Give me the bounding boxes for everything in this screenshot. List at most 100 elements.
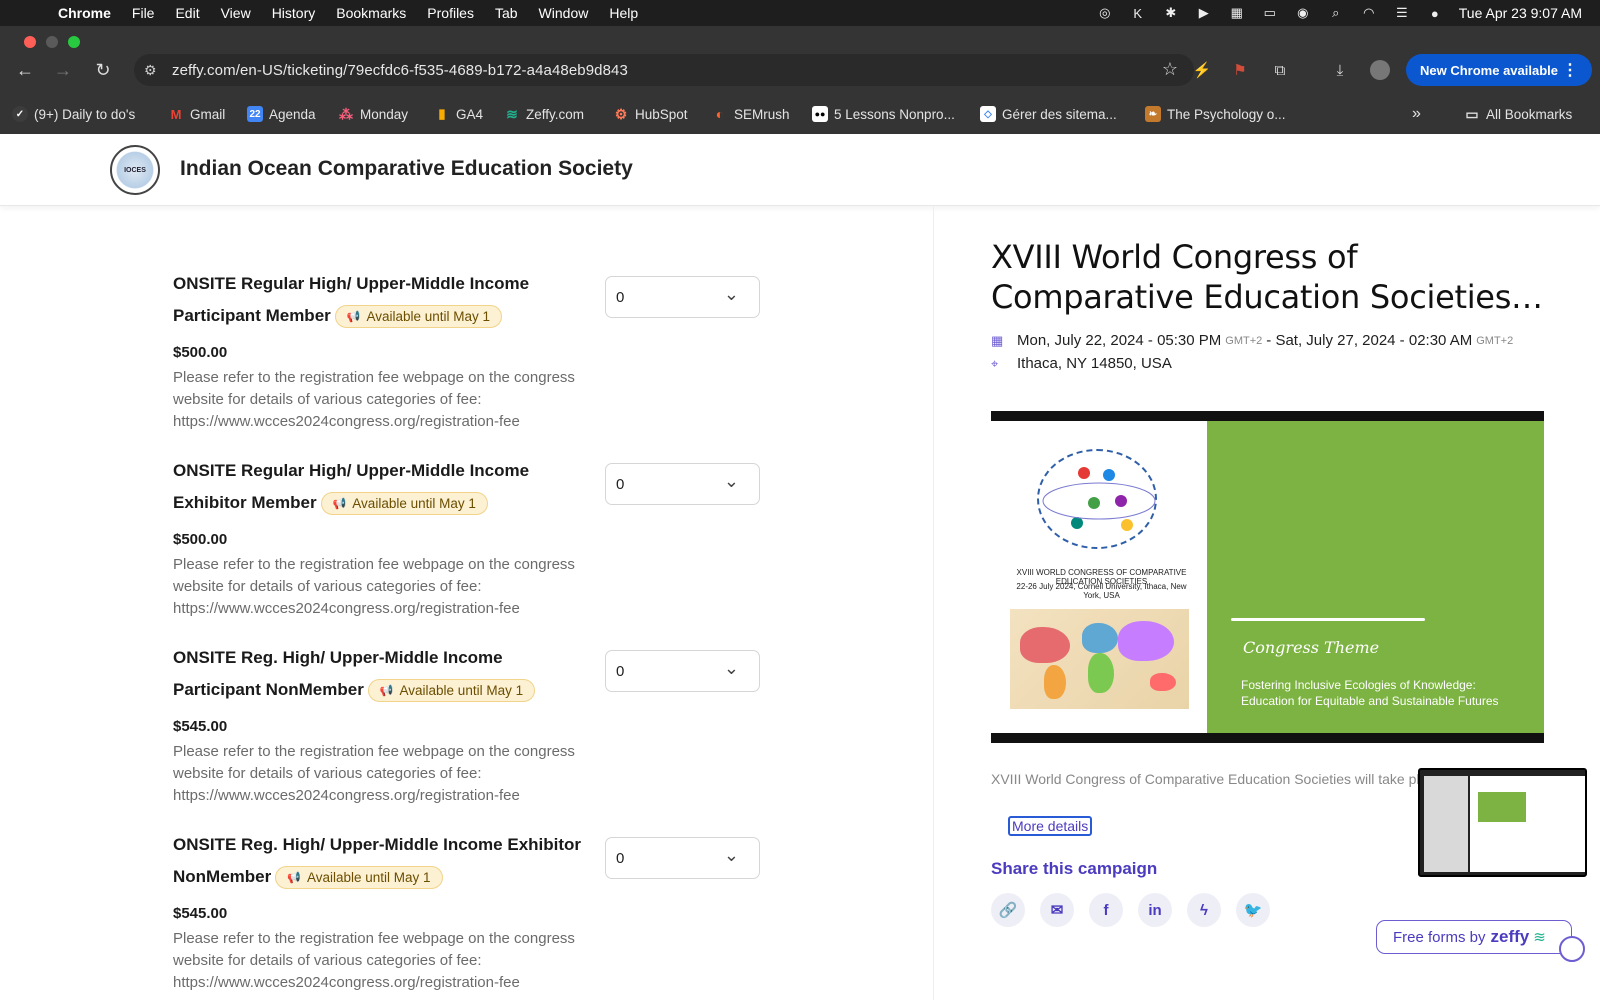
ticket-item: ONSITE Reg. High/ Upper-Middle Income Pa… — [173, 642, 593, 807]
share-linkedin-button[interactable]: in — [1138, 893, 1172, 927]
bookmark-item[interactable]: ⚙ HubSpot — [613, 98, 688, 130]
extensions-puzzle-icon[interactable]: ⧉ — [1270, 60, 1290, 80]
bookmarks-bar: ✓ (9+) Daily to do's M Gmail 22 Agenda ⁂… — [0, 98, 1600, 130]
screenshot-thumbnail-preview[interactable] — [1418, 768, 1587, 877]
siri-icon[interactable]: ● — [1426, 6, 1444, 21]
quantity-value: 0 — [616, 662, 625, 680]
reload-icon[interactable]: ↻ — [88, 52, 118, 88]
play-icon[interactable]: ▶ — [1195, 5, 1213, 20]
share-email-button[interactable]: ✉ — [1040, 893, 1074, 927]
availability-badge: 📢 Available until May 1 — [334, 305, 503, 329]
quantity-select[interactable]: 0 ⌄ — [605, 837, 760, 879]
ticket-price: $545.00 — [173, 905, 228, 922]
bookmark-item[interactable]: ❧ The Psychology o... — [1145, 98, 1286, 130]
world-map-image — [1010, 609, 1189, 709]
creative-cloud-icon[interactable]: ◎ — [1096, 5, 1114, 20]
profile-avatar[interactable] — [1370, 60, 1390, 80]
download-icon[interactable]: ⤓ — [1330, 60, 1350, 80]
org-name[interactable]: Indian Ocean Comparative Education Socie… — [180, 157, 633, 181]
more-details-link[interactable]: More details — [1008, 816, 1093, 836]
megaphone-icon: 📢 — [332, 497, 347, 510]
all-bookmarks-button[interactable]: ▭ All Bookmarks — [1464, 98, 1572, 130]
free-forms-label: Free forms by — [1393, 928, 1486, 946]
more-menu-icon[interactable]: ⋮ — [1562, 60, 1578, 80]
wifi-icon[interactable]: ◠ — [1360, 5, 1378, 20]
link-icon: 🔗 — [998, 902, 1018, 919]
badge-text: Available until May 1 — [352, 495, 476, 511]
bookmark-label: HubSpot — [635, 106, 688, 122]
minimize-window-icon[interactable] — [46, 36, 58, 48]
analytics-icon: ▮ — [438, 106, 446, 121]
ticket-title: ONSITE Reg. High/ Upper-Middle Income Pa… — [173, 642, 593, 706]
event-location: ⌖ Ithaca, NY 14850, USA — [991, 355, 1172, 372]
hubspot-icon: ⚙ — [614, 105, 628, 122]
new-chrome-available-button[interactable]: New Chrome available ⋮ — [1406, 54, 1592, 86]
bookmark-item[interactable]: ▮ GA4 — [434, 98, 483, 130]
battery-icon[interactable]: ▭ — [1261, 5, 1279, 20]
thumb-banner — [1478, 792, 1526, 822]
back-icon[interactable]: ← — [10, 52, 40, 88]
org-logo[interactable]: IOCES — [110, 145, 160, 195]
bookmark-item[interactable]: ◐ SEMrush — [712, 98, 790, 130]
event-banner-image: XVIII WORLD CONGRESS OF COMPARATIVE EDUC… — [991, 411, 1544, 743]
k-app-icon[interactable]: K — [1129, 6, 1147, 21]
bookmark-item[interactable]: ●● 5 Lessons Nonpro... — [812, 98, 955, 130]
menu-file[interactable]: File — [132, 5, 155, 21]
event-title: XVIII World Congress of Comparative Educ… — [991, 238, 1543, 316]
bookmark-item[interactable]: ≋ Zeffy.com — [504, 98, 584, 130]
menu-view[interactable]: View — [221, 5, 251, 21]
medium-icon: ●● — [812, 106, 828, 122]
menu-history[interactable]: History — [272, 5, 316, 21]
share-facebook-button[interactable]: f — [1089, 893, 1123, 927]
spotlight-search-icon[interactable]: ⌕ — [1327, 5, 1345, 20]
more-bookmarks-icon[interactable]: » — [1412, 98, 1421, 130]
bookmark-item[interactable]: M Gmail — [168, 98, 226, 130]
bookmark-item[interactable]: ⁂ Monday — [338, 98, 408, 130]
monday-icon: ⁂ — [339, 105, 353, 122]
thumb-left — [1424, 776, 1468, 872]
zeffy-wave-icon: ≋ — [1533, 929, 1546, 946]
menu-edit[interactable]: Edit — [175, 5, 199, 21]
bookmark-item[interactable]: ◇ Gérer des sitema... — [980, 98, 1117, 130]
menubar-clock[interactable]: Tue Apr 23 9:07 AM — [1459, 5, 1582, 21]
menu-profiles[interactable]: Profiles — [427, 5, 474, 21]
user-icon[interactable]: ◉ — [1294, 5, 1312, 20]
extension-icon-2[interactable]: ⚑ — [1230, 60, 1250, 80]
keyboard-layout-icon[interactable]: ▦ — [1228, 5, 1246, 20]
banner-caption-dates: 22-26 July 2024, Cornell University, Ith… — [1016, 582, 1187, 600]
menu-app-name[interactable]: Chrome — [58, 5, 111, 21]
quantity-select[interactable]: 0 ⌄ — [605, 276, 760, 318]
bookmark-star-icon[interactable]: ☆ — [1162, 59, 1178, 80]
control-center-icon[interactable]: ☰ — [1393, 5, 1411, 20]
bookmark-label: Gérer des sitema... — [1002, 106, 1117, 122]
address-bar[interactable]: ⚙ zeffy.com/en-US/ticketing/79ecfdc6-f53… — [134, 54, 1194, 86]
bookmark-label: SEMrush — [734, 106, 790, 122]
close-window-icon[interactable] — [24, 36, 36, 48]
chat-support-icon[interactable] — [1559, 936, 1585, 962]
menu-window[interactable]: Window — [539, 5, 589, 21]
new-chrome-label: New Chrome available — [1420, 62, 1558, 78]
banner-content: XVIII WORLD CONGRESS OF COMPARATIVE EDUC… — [991, 421, 1544, 733]
menu-bookmarks[interactable]: Bookmarks — [336, 5, 406, 21]
ticket-description: Please refer to the registration fee web… — [173, 369, 575, 430]
bookmark-item[interactable]: ✓ (9+) Daily to do's — [12, 98, 135, 130]
quantity-select[interactable]: 0 ⌄ — [605, 650, 760, 692]
bookmark-item[interactable]: 22 Agenda — [247, 98, 316, 130]
share-twitter-button[interactable]: 🐦 — [1236, 893, 1270, 927]
site-info-icon[interactable]: ⚙ — [144, 62, 164, 79]
url-text[interactable]: zeffy.com/en-US/ticketing/79ecfdc6-f535-… — [172, 62, 628, 79]
free-forms-by-zeffy-button[interactable]: Free forms by zeffy ≋ — [1376, 920, 1572, 954]
extension-icon-1[interactable]: ⚡ — [1192, 60, 1212, 80]
share-link-button[interactable]: 🔗 — [991, 893, 1025, 927]
share-messenger-button[interactable]: ϟ — [1187, 893, 1221, 927]
menu-help[interactable]: Help — [609, 5, 638, 21]
forward-icon[interactable]: → — [48, 52, 78, 88]
bluetooth-icon[interactable]: ✱ — [1162, 5, 1180, 20]
menu-tab[interactable]: Tab — [495, 5, 518, 21]
ticket-price: $500.00 — [173, 531, 228, 548]
zoom-window-icon[interactable] — [68, 36, 80, 48]
megaphone-icon: 📢 — [346, 310, 361, 323]
quantity-value: 0 — [616, 849, 625, 867]
quantity-select[interactable]: 0 ⌄ — [605, 463, 760, 505]
availability-badge: 📢 Available until May 1 — [320, 492, 488, 516]
